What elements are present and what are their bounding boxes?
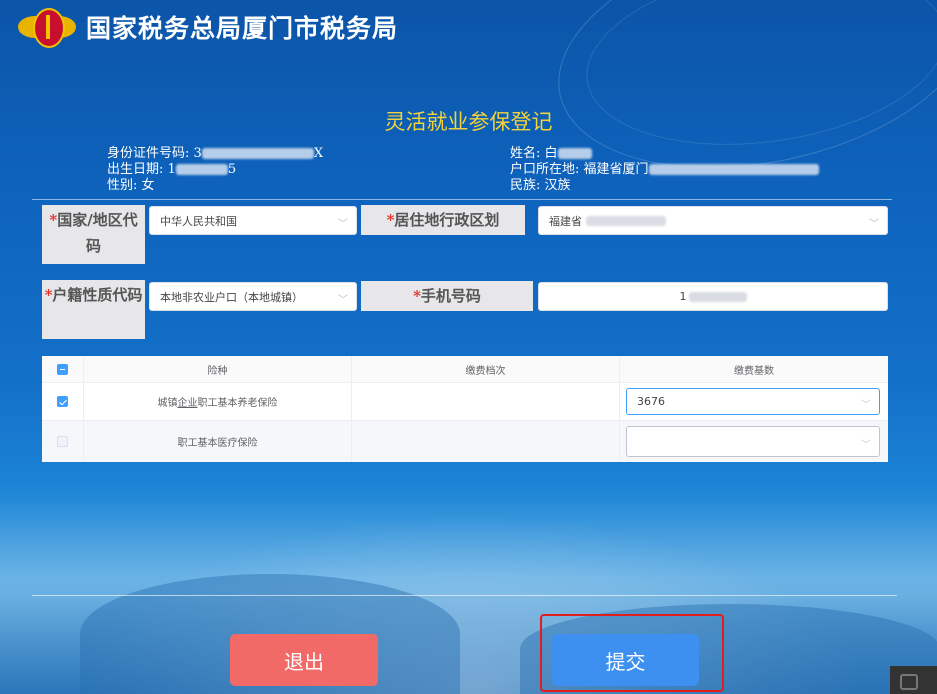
highlight-box	[540, 614, 724, 692]
row-checkbox[interactable]	[57, 396, 68, 407]
chevron-down-icon: ﹀	[861, 439, 871, 451]
redaction-mask	[175, 164, 228, 175]
payment-base-select[interactable]: 3676 ﹀	[626, 388, 880, 415]
header-base: 缴费基数	[734, 365, 774, 377]
phone-label: *手机号码	[361, 281, 533, 311]
residence-region-select[interactable]: 福建省 ﹀	[538, 206, 888, 235]
floating-widget[interactable]	[890, 666, 937, 694]
header-insurance: 险种	[84, 356, 352, 382]
form-title: 灵活就业参保登记	[384, 110, 553, 134]
page-header: 国家税务总局厦门市税务局	[18, 4, 398, 50]
header-level: 缴费档次	[352, 356, 620, 382]
divider	[32, 199, 892, 200]
hukou-location-row: 户口所在地: 福建省厦门	[510, 162, 819, 178]
hukou-type-label: *户籍性质代码	[42, 280, 145, 339]
personal-info-left: 身份证件号码: 3X 出生日期: 15 性别: 女	[107, 146, 323, 194]
table-row: 城镇 企业 职工基本养老保险 3676 ﹀	[42, 383, 888, 421]
name-row: 姓名: 白	[510, 146, 819, 162]
tax-emblem-icon	[18, 6, 76, 48]
birth-date-row: 出生日期: 15	[107, 162, 237, 177]
select-all-checkbox[interactable]	[57, 363, 68, 375]
chevron-down-icon: ﹀	[338, 294, 348, 306]
phone-input[interactable]: 1	[538, 282, 888, 311]
insurance-table: 险种 缴费档次 缴费基数 城镇 企业 职工基本养老保险 3676 ﹀ 职工基本医疗保…	[42, 356, 888, 462]
hukou-type-select[interactable]: 本地非农业户口（本地城镇） ﹀	[149, 282, 357, 311]
redaction-mask	[557, 148, 592, 159]
insurance-name: 职工基本医疗保险	[84, 421, 352, 462]
country-code-label: *国家/地区代码	[42, 205, 145, 264]
payment-level	[352, 383, 620, 420]
gender-row: 性别: 女	[107, 178, 155, 193]
country-code-select[interactable]: 中华人民共和国 ﹀	[149, 206, 357, 235]
table-header-row: 险种 缴费档次 缴费基数	[42, 356, 888, 383]
exit-button[interactable]: 退出	[230, 634, 378, 686]
row-checkbox[interactable]	[57, 436, 68, 447]
redaction-mask	[586, 215, 666, 226]
payment-base-select[interactable]: ﹀	[626, 426, 880, 457]
redaction-mask	[688, 291, 747, 302]
payment-level	[352, 421, 620, 462]
chevron-down-icon: ﹀	[338, 218, 348, 230]
site-title: 国家税务总局厦门市税务局	[86, 14, 399, 43]
chevron-down-icon: ﹀	[861, 399, 871, 411]
redaction-mask	[648, 164, 819, 175]
personal-info-right: 姓名: 白 户口所在地: 福建省厦门 民族: 汉族	[510, 146, 819, 194]
id-number-row: 身份证件号码: 3X	[107, 146, 324, 161]
table-row: 职工基本医疗保险 ﹀	[42, 421, 888, 462]
divider	[32, 595, 897, 596]
residence-label: *居住地行政区划	[361, 205, 525, 235]
widget-icon	[900, 674, 918, 690]
chevron-down-icon: ﹀	[869, 218, 879, 230]
ethnicity-row: 民族: 汉族	[510, 178, 571, 193]
redaction-mask	[201, 148, 314, 159]
insurance-name: 城镇 企业 职工基本养老保险	[84, 383, 352, 420]
